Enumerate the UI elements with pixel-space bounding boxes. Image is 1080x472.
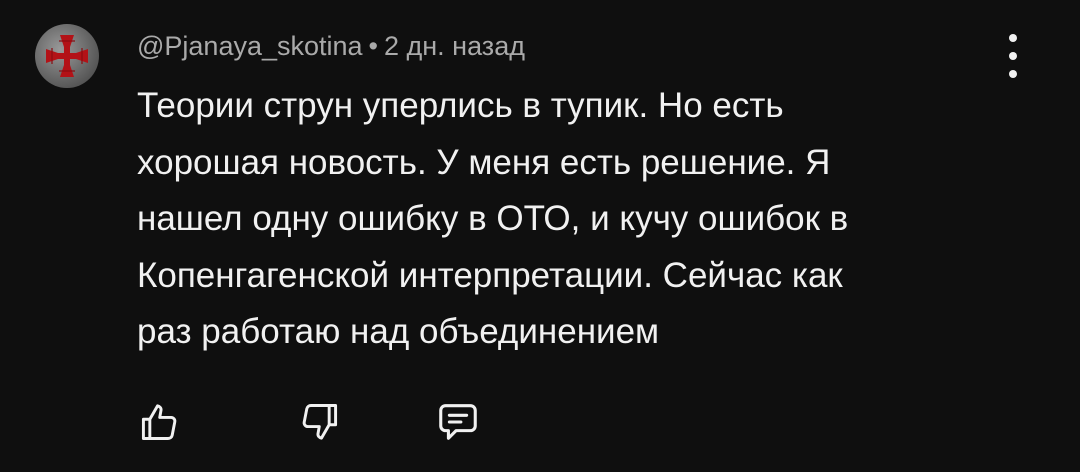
comment-text: Теории струн уперлись в тупик. Но есть х… xyxy=(137,78,997,361)
like-button[interactable] xyxy=(131,397,187,447)
comment-line: Теории струн уперлись в тупик. Но есть xyxy=(137,86,784,125)
avatar[interactable] xyxy=(35,24,99,88)
more-options-button[interactable] xyxy=(995,34,1031,78)
dislike-button[interactable] xyxy=(292,397,348,447)
comment-line: нашел одну ошибку в ОТО, и кучу ошибок в xyxy=(137,199,849,238)
thumbs-down-icon xyxy=(302,404,338,440)
reply-icon xyxy=(439,404,477,440)
more-vertical-icon xyxy=(1009,34,1017,42)
meta-separator: • xyxy=(368,31,378,61)
comment-meta: @Pjanaya_skotina • 2 дн. назад xyxy=(137,28,525,64)
cross-emblem-icon xyxy=(46,35,88,77)
comment-time[interactable]: 2 дн. назад xyxy=(384,31,525,61)
comment: @Pjanaya_skotina • 2 дн. назад Теории стру… xyxy=(0,0,1080,472)
comment-line: Копенгагенской интерпретации. Сейчас как xyxy=(137,255,843,295)
author-name[interactable]: @Pjanaya_skotina xyxy=(137,31,363,61)
thumbs-up-icon xyxy=(141,404,177,440)
comment-line: раз работаю над объединением xyxy=(137,312,660,351)
comment-line: хорошая новость. У меня есть решение. Я xyxy=(137,142,831,182)
reply-button[interactable] xyxy=(430,397,486,447)
